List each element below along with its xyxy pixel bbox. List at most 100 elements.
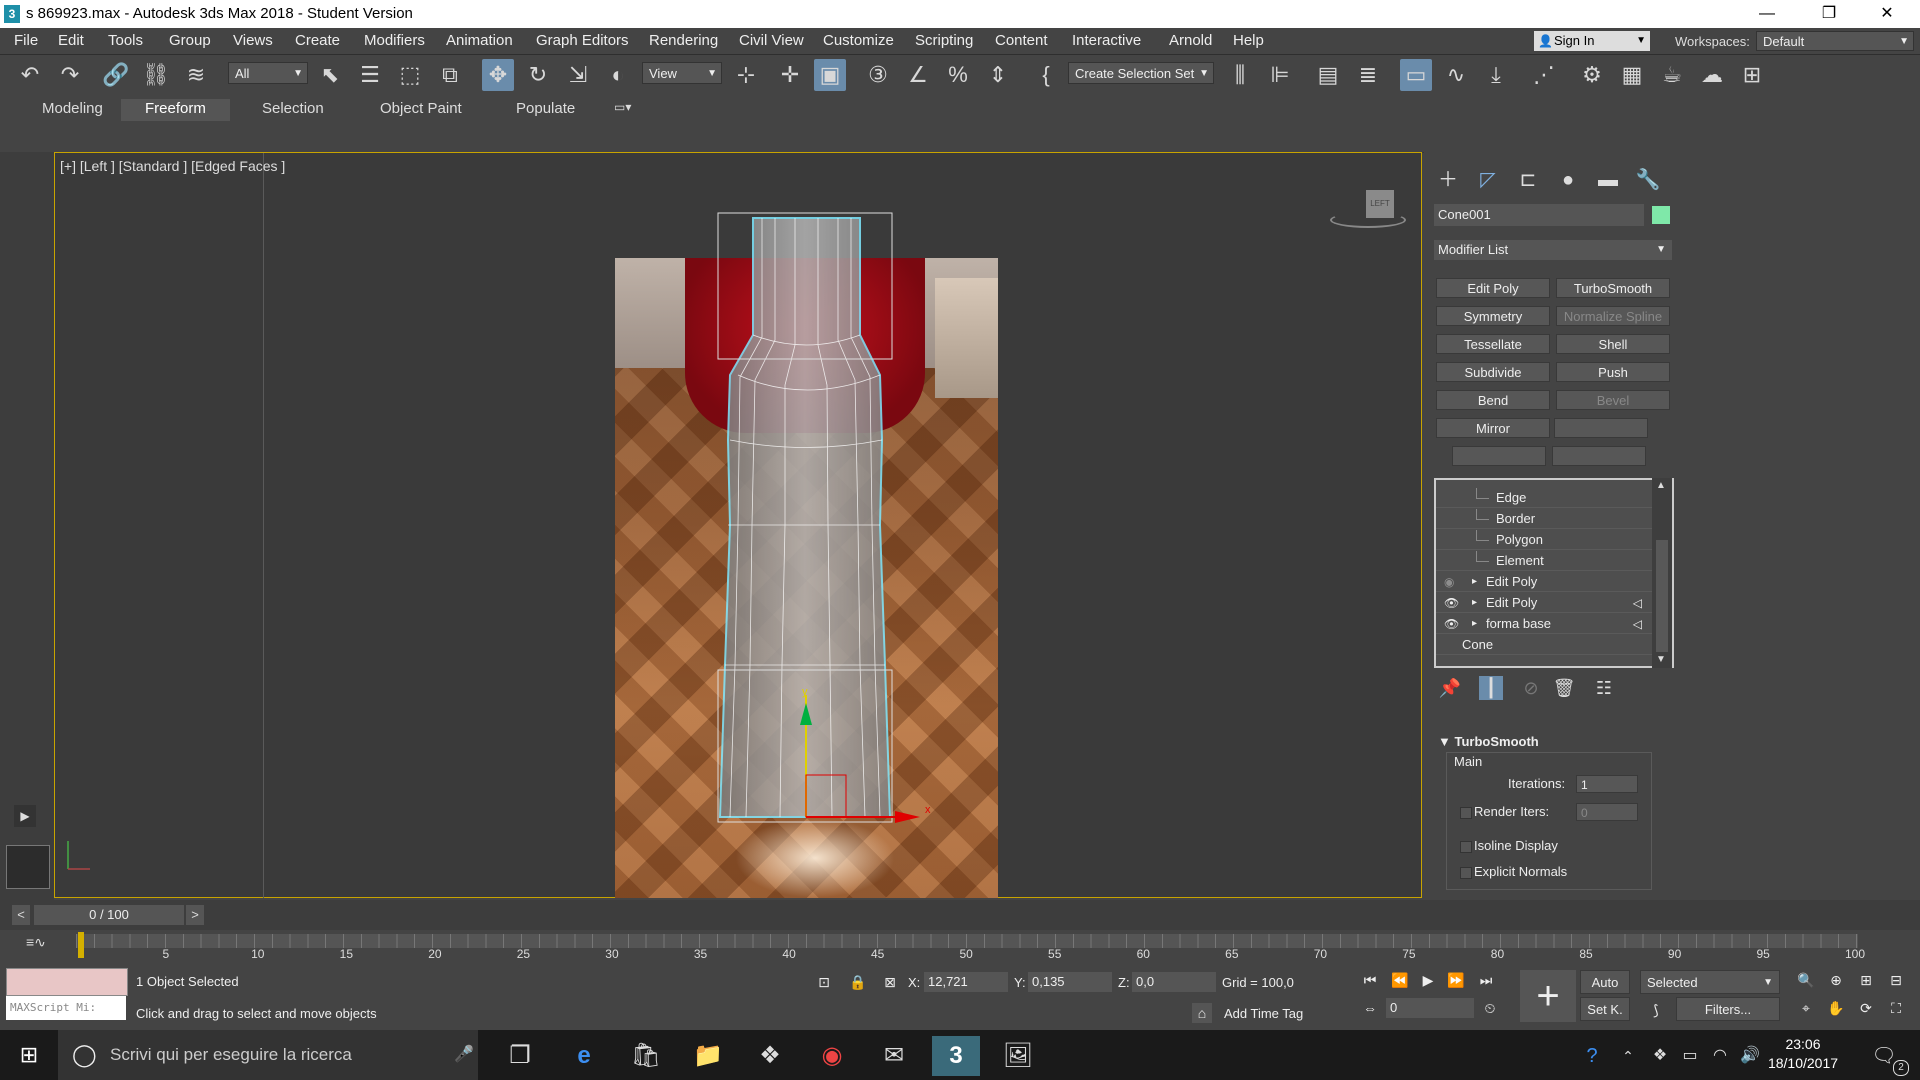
make-unique-icon[interactable]: ⊘ — [1519, 676, 1543, 700]
orbit-icon[interactable]: ⟳ — [1856, 998, 1876, 1018]
reference-coordinate-select[interactable]: View ▼ — [642, 62, 722, 84]
menu-views[interactable]: Views — [233, 32, 273, 49]
keyboard-shortcut-override-icon[interactable]: ▣ — [814, 59, 846, 91]
snaps-toggle-icon[interactable]: ③ — [862, 59, 894, 91]
modifier-button[interactable]: Push — [1556, 362, 1670, 382]
percent-snap-icon[interactable]: % — [942, 59, 974, 91]
chrome-icon[interactable]: ◉ — [808, 1036, 856, 1076]
menu-interactive[interactable]: Interactive — [1072, 32, 1141, 49]
selection-filter-select[interactable]: All ▼ — [228, 62, 308, 84]
select-by-name-icon[interactable]: ☰ — [354, 59, 386, 91]
pin-stack-icon[interactable]: 📌 — [1438, 676, 1462, 700]
modifier-button[interactable]: Bevel — [1556, 390, 1670, 410]
select-rotate-icon[interactable]: ↻ — [522, 59, 554, 91]
select-object-icon[interactable]: ⬉ — [314, 59, 346, 91]
tab-object-paint[interactable]: Object Paint — [380, 100, 462, 117]
schematic-view-icon[interactable]: ⋰ — [1528, 59, 1560, 91]
viewcube-compass-ring[interactable] — [1330, 212, 1406, 228]
field-of-view-icon[interactable]: ⌖ — [1796, 998, 1816, 1018]
menu-content[interactable]: Content — [995, 32, 1048, 49]
time-prev-button[interactable]: < — [12, 905, 30, 925]
named-selection-set-select[interactable]: Create Selection Set ▼ — [1068, 62, 1214, 84]
modifier-button[interactable]: Symmetry — [1436, 306, 1550, 326]
microphone-icon[interactable]: 🎤 — [454, 1030, 474, 1080]
menu-graph-editors[interactable]: Graph Editors — [536, 32, 629, 49]
modifier-button[interactable]: Normalize Spline — [1556, 306, 1670, 326]
create-tab-icon[interactable]: ＋ — [1434, 166, 1462, 194]
explicit-normals-checkbox[interactable] — [1460, 867, 1472, 879]
modifier-stack-item[interactable]: Edge — [1436, 488, 1652, 508]
turbosmooth-rollout-header[interactable]: ▼ TurboSmooth — [1438, 734, 1539, 749]
previous-frame-icon[interactable]: ⏪ — [1390, 970, 1410, 990]
iterations-spinner[interactable]: 1 — [1576, 775, 1638, 793]
modifier-button[interactable]: Edit Poly — [1436, 278, 1550, 298]
go-to-start-icon[interactable]: ⏮ — [1360, 970, 1380, 990]
zoom-extents-icon[interactable]: ⊞ — [1856, 970, 1876, 990]
menu-help[interactable]: Help — [1233, 32, 1264, 49]
configure-modifier-sets-icon[interactable]: ☷ — [1592, 676, 1616, 700]
place-icon[interactable]: ◐ — [602, 59, 634, 91]
menu-scripting[interactable]: Scripting — [915, 32, 973, 49]
z-coordinate-field[interactable]: 0,0 — [1132, 972, 1216, 992]
task-view-icon[interactable]: ❐ — [496, 1036, 544, 1076]
render-iters-checkbox[interactable] — [1460, 807, 1472, 819]
menu-civil-view[interactable]: Civil View — [739, 32, 804, 49]
render-iters-spinner[interactable]: 0 — [1576, 803, 1638, 821]
bind-space-warp-icon[interactable]: ≋ — [180, 59, 212, 91]
zoom-icon[interactable]: 🔍 — [1796, 970, 1816, 990]
scroll-thumb[interactable] — [1656, 540, 1668, 652]
maxscript-output[interactable] — [6, 968, 128, 996]
key-mode-toggle-icon[interactable]: ⇔ — [1360, 998, 1380, 1018]
auto-key-button[interactable]: Auto — [1580, 970, 1630, 994]
modifier-stack[interactable]: Edge Border Polygon Element Edit Poly ◉ ▸ Edit … — [1434, 478, 1674, 668]
modifier-stack-item[interactable]: Border — [1436, 509, 1652, 529]
isolate-selection-icon[interactable]: ⊡ — [814, 972, 834, 992]
modifier-button[interactable]: Shell — [1556, 334, 1670, 354]
modifier-button[interactable] — [1452, 446, 1546, 466]
rendered-frame-window-icon[interactable]: ▦ — [1616, 59, 1648, 91]
link-icon[interactable]: 🔗 — [100, 59, 132, 91]
maximize-viewport-icon[interactable]: ⛶ — [1886, 998, 1906, 1018]
scene-explorer-icon[interactable]: ▤ — [1312, 59, 1344, 91]
menu-modifiers[interactable]: Modifiers — [364, 32, 425, 49]
align-icon[interactable]: ⊫ — [1264, 59, 1296, 91]
go-to-end-icon[interactable]: ⏭ — [1476, 970, 1496, 990]
show-end-result-icon[interactable]: ┃ — [1479, 676, 1503, 700]
x-coordinate-field[interactable]: 12,721 — [924, 972, 1008, 992]
next-frame-icon[interactable]: ⏩ — [1446, 970, 1466, 990]
menu-edit[interactable]: Edit — [58, 32, 84, 49]
time-configuration-icon[interactable]: ⏲ — [1480, 998, 1500, 1018]
visibility-eye-icon[interactable]: 👁 — [1444, 593, 1459, 613]
spinner-snap-icon[interactable]: ⇕ — [982, 59, 1014, 91]
menu-arnold[interactable]: Arnold — [1169, 32, 1212, 49]
modifier-button[interactable]: Subdivide — [1436, 362, 1550, 382]
sign-in-button[interactable]: 👤 Sign In ▼ — [1534, 31, 1650, 51]
modifier-button[interactable] — [1552, 446, 1646, 466]
close-button[interactable]: ✕ — [1864, 0, 1910, 28]
menu-customize[interactable]: Customize — [823, 32, 894, 49]
object-color-swatch[interactable] — [1652, 206, 1670, 224]
minimize-button[interactable]: — — [1744, 0, 1790, 28]
isoline-display-checkbox[interactable] — [1460, 841, 1472, 853]
tab-freeform[interactable]: Freeform — [121, 99, 230, 121]
mail-icon[interactable]: ✉ — [870, 1036, 918, 1076]
tab-selection[interactable]: Selection — [262, 100, 324, 117]
zoom-all-icon[interactable]: ⊕ — [1826, 970, 1846, 990]
modifier-stack-item[interactable]: Polygon — [1436, 530, 1652, 550]
select-move-icon[interactable]: ✥ — [482, 59, 514, 91]
modifier-button[interactable] — [1554, 418, 1648, 438]
current-frame-field[interactable]: 0 — [1386, 998, 1474, 1018]
pivot-center-icon[interactable]: ⊹ — [730, 59, 762, 91]
modifier-stack-item[interactable]: Edit Poly ◉ ▸ — [1436, 572, 1652, 592]
key-filters-button[interactable]: Filters... — [1676, 997, 1780, 1021]
3dsmax-taskbar-icon[interactable]: 3 — [932, 1036, 980, 1076]
workspace-select[interactable]: Default ▼ — [1756, 31, 1914, 51]
selection-lock-icon[interactable]: 🔒 — [848, 972, 868, 992]
key-filter-select[interactable]: Selected ▼ — [1640, 970, 1780, 994]
window-crossing-icon[interactable]: ⧉ — [434, 59, 466, 91]
current-frame-marker[interactable] — [78, 932, 84, 958]
set-key-button[interactable]: Set K. — [1580, 997, 1630, 1021]
edge-icon[interactable]: e — [560, 1036, 608, 1076]
modifier-button[interactable]: Mirror — [1436, 418, 1550, 438]
add-time-tag[interactable]: Add Time Tag — [1224, 1006, 1303, 1021]
